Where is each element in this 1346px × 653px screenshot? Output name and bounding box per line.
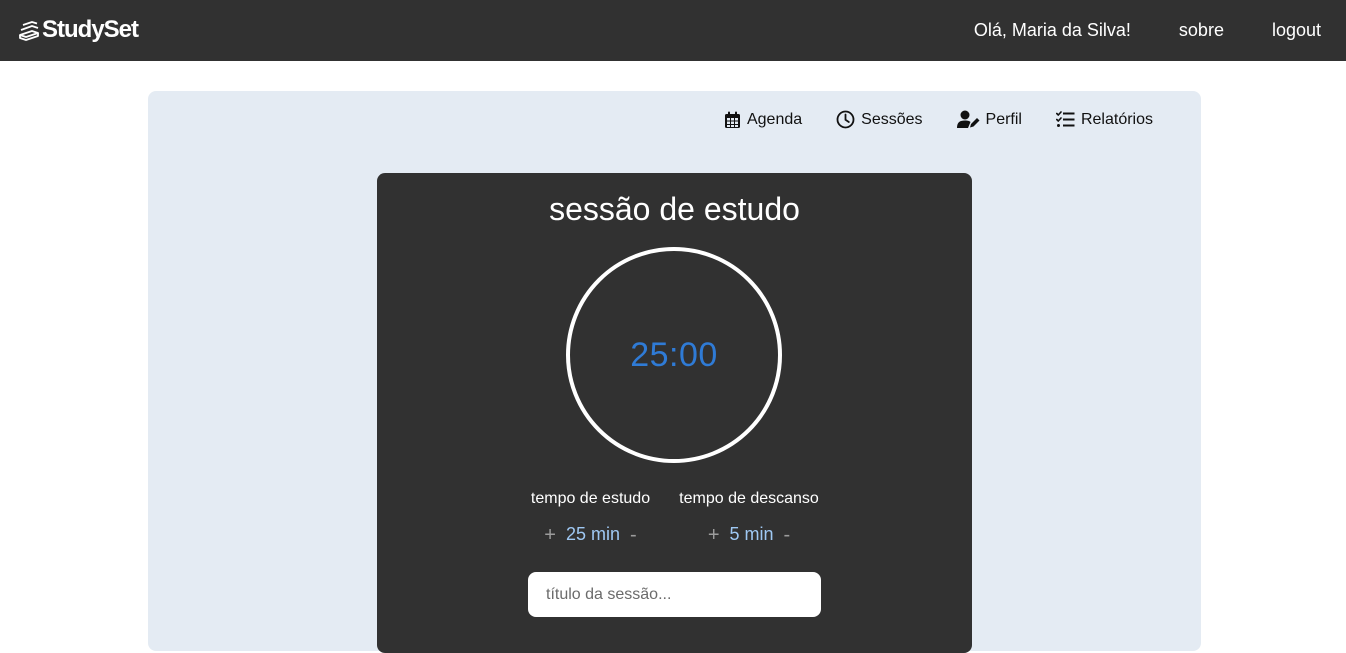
timer-display: 25:00 [630, 335, 718, 374]
about-link[interactable]: sobre [1179, 20, 1224, 41]
rest-time-decrease-button[interactable]: - [784, 525, 791, 545]
user-greeting: Olá, Maria da Silva! [973, 20, 1131, 40]
logo-text: StudySet [42, 16, 139, 43]
nav-label-sessoes: Sessões [861, 110, 923, 128]
top-navbar: StudySet Olá, Maria da Silva! sobre logo… [0, 0, 1346, 61]
study-time-stepper: + 25 min - [523, 524, 658, 545]
logout-link[interactable]: logout [1272, 20, 1321, 41]
study-time-increase-button[interactable]: + [544, 525, 556, 545]
study-session-card: sessão de estudo 25:00 tempo de estudo +… [377, 173, 972, 653]
list-check-icon [1055, 111, 1075, 127]
top-links: Olá, Maria da Silva! sobre logout [974, 0, 1321, 61]
rest-time-increase-button[interactable]: + [708, 525, 720, 545]
rest-time-setting: tempo de descanso + 5 min - [673, 490, 825, 545]
calendar-icon [724, 111, 740, 128]
rest-time-stepper: + 5 min - [673, 524, 825, 545]
rest-time-value: 5 min [729, 524, 774, 544]
session-title: sessão de estudo [549, 191, 800, 227]
nav-label-relatorios: Relatórios [1080, 110, 1153, 128]
user-edit-icon [956, 110, 980, 128]
nav-item-sessoes[interactable]: Sessões [836, 110, 923, 129]
books-icon [19, 21, 39, 41]
timer-circle[interactable]: 25:00 [566, 247, 782, 463]
nav-item-relatorios[interactable]: Relatórios [1055, 110, 1153, 129]
nav-item-perfil[interactable]: Perfil [956, 110, 1022, 129]
study-time-value: 25 min [565, 524, 621, 544]
clock-icon [836, 110, 855, 129]
study-time-setting: tempo de estudo + 25 min - [523, 490, 658, 545]
rest-time-label: tempo de descanso [679, 490, 819, 507]
study-time-label: tempo de estudo [530, 490, 651, 507]
nav-label-agenda: Agenda [746, 110, 803, 128]
section-nav: Agenda Sessões Perfil Relatórios [724, 110, 1153, 129]
nav-item-agenda[interactable]: Agenda [724, 111, 802, 129]
session-title-input[interactable] [528, 572, 821, 617]
logo[interactable]: StudySet [18, 14, 139, 46]
study-time-decrease-button[interactable]: - [630, 525, 637, 545]
nav-label-perfil: Perfil [985, 110, 1022, 128]
